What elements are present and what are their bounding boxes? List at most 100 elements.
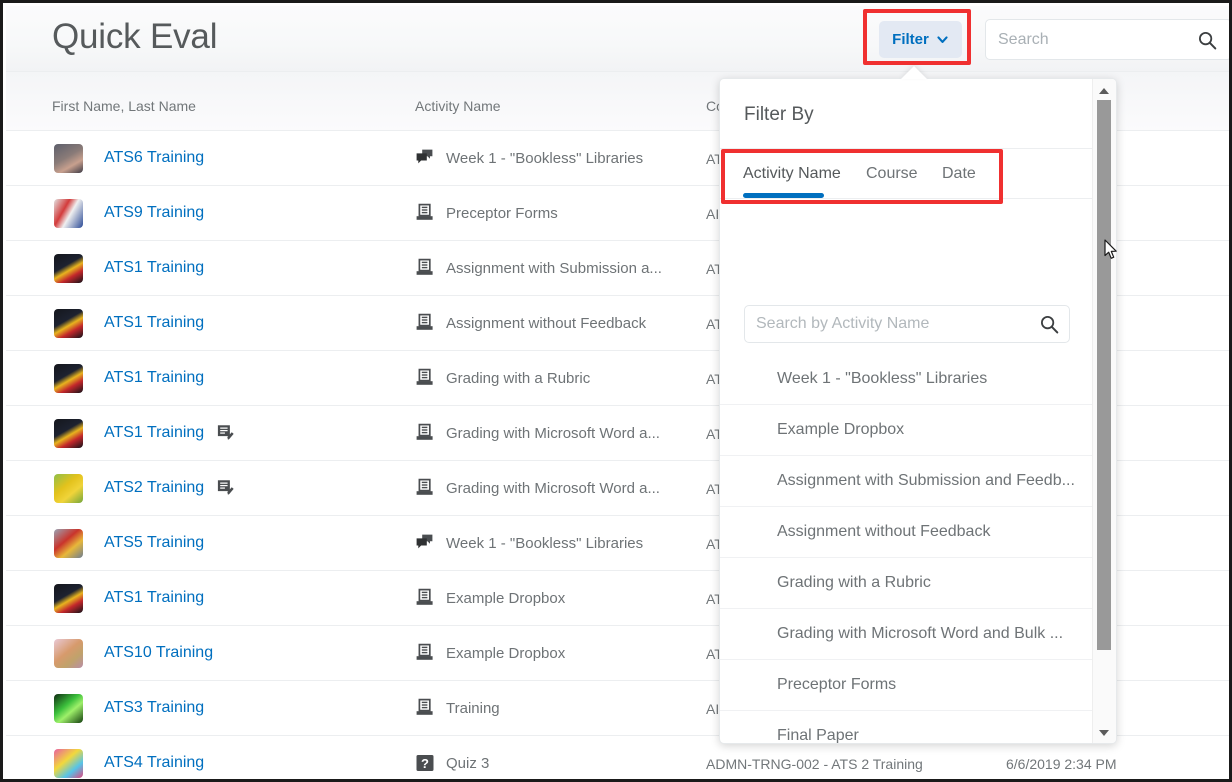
activity-name: Example Dropbox bbox=[446, 645, 565, 662]
search-input[interactable] bbox=[998, 20, 1178, 59]
assignment-icon bbox=[415, 643, 435, 663]
activity-name: Preceptor Forms bbox=[446, 205, 558, 222]
avatar bbox=[54, 364, 83, 393]
assignment-icon bbox=[415, 258, 435, 278]
assignment-icon bbox=[415, 313, 435, 333]
scrollbar-thumb[interactable] bbox=[1097, 100, 1111, 650]
avatar bbox=[54, 584, 83, 613]
filter-button-label: Filter bbox=[892, 31, 929, 48]
assignment-icon bbox=[415, 203, 435, 223]
avatar bbox=[54, 474, 83, 503]
tab-date[interactable]: Date bbox=[942, 165, 976, 183]
filter-panel-title: Filter By bbox=[744, 104, 814, 126]
quick-eval-screen: Quick Eval Filter First Name, Last Name … bbox=[0, 0, 1232, 782]
activity-name: Grading with a Rubric bbox=[446, 370, 590, 387]
filter-option-label: Final Paper bbox=[777, 727, 859, 744]
assignment-icon bbox=[415, 423, 435, 443]
tab-course[interactable]: Course bbox=[866, 165, 918, 183]
column-header-name: First Name, Last Name bbox=[52, 98, 196, 114]
filter-option[interactable]: Week 1 - "Bookless" Libraries bbox=[720, 354, 1092, 405]
search-box[interactable] bbox=[985, 19, 1232, 60]
avatar bbox=[54, 529, 83, 558]
filter-panel: Filter By Activity Name Course Date Week… bbox=[719, 78, 1117, 744]
activity-name: Week 1 - "Bookless" Libraries bbox=[446, 150, 643, 167]
filter-button[interactable]: Filter bbox=[879, 21, 962, 58]
search-icon[interactable] bbox=[1198, 31, 1217, 50]
filter-option-list[interactable]: Week 1 - "Bookless" Libraries Example Dro… bbox=[720, 354, 1092, 744]
assignment-icon bbox=[415, 478, 435, 498]
filter-option-label: Preceptor Forms bbox=[777, 676, 896, 694]
tab-activity-name[interactable]: Activity Name bbox=[743, 165, 841, 183]
avatar bbox=[54, 639, 83, 668]
page-header: Quick Eval Filter bbox=[6, 6, 1232, 72]
mouse-cursor bbox=[1104, 239, 1118, 260]
feedback-draft-icon[interactable] bbox=[216, 478, 235, 497]
filter-option-label: Assignment without Feedback bbox=[777, 523, 990, 541]
avatar bbox=[54, 419, 83, 448]
tab-active-underline bbox=[743, 193, 824, 198]
activity-name: Grading with Microsoft Word a... bbox=[446, 425, 660, 442]
assignment-icon bbox=[415, 368, 435, 388]
discussion-icon bbox=[415, 533, 435, 553]
filter-option-label: Example Dropbox bbox=[777, 421, 904, 439]
scroll-up-arrow-icon[interactable] bbox=[1099, 88, 1109, 94]
filter-option-label: Assignment with Submission and Feedb... bbox=[777, 472, 1075, 490]
user-name-link[interactable]: ATS5 Training bbox=[104, 534, 204, 552]
activity-name: Assignment with Submission a... bbox=[446, 260, 662, 277]
avatar bbox=[54, 254, 83, 283]
filter-option[interactable]: Assignment with Submission and Feedb... bbox=[720, 456, 1092, 507]
filter-option[interactable]: Final Paper bbox=[720, 711, 1092, 744]
user-name-link[interactable]: ATS4 Training bbox=[104, 754, 204, 772]
svg-text:?: ? bbox=[421, 756, 429, 771]
user-name-link[interactable]: ATS1 Training bbox=[104, 259, 204, 277]
page-title: Quick Eval bbox=[52, 17, 217, 57]
filter-panel-header: Filter By bbox=[720, 79, 1092, 149]
user-name-link[interactable]: ATS3 Training bbox=[104, 699, 204, 717]
activity-name: Quiz 3 bbox=[446, 755, 489, 772]
activity-name: Grading with Microsoft Word a... bbox=[446, 480, 660, 497]
activity-name: Week 1 - "Bookless" Libraries bbox=[446, 535, 643, 552]
filter-option[interactable]: Assignment without Feedback bbox=[720, 507, 1092, 558]
filter-option-label: Grading with Microsoft Word and Bulk ... bbox=[777, 625, 1063, 643]
chevron-down-icon bbox=[936, 33, 949, 46]
user-name-link[interactable]: ATS1 Training bbox=[104, 424, 204, 442]
avatar bbox=[54, 144, 83, 173]
filter-search-input[interactable] bbox=[756, 306, 1021, 342]
filter-option[interactable]: Preceptor Forms bbox=[720, 660, 1092, 711]
avatar bbox=[54, 199, 83, 228]
filter-option[interactable]: Example Dropbox bbox=[720, 405, 1092, 456]
assignment-icon bbox=[415, 698, 435, 718]
filter-search-box[interactable] bbox=[744, 305, 1070, 343]
discussion-icon bbox=[415, 148, 435, 168]
search-icon[interactable] bbox=[1040, 315, 1059, 334]
due-date: 6/6/2019 2:34 PM bbox=[1006, 756, 1117, 772]
user-name-link[interactable]: ATS10 Training bbox=[104, 644, 213, 662]
user-name-link[interactable]: ATS9 Training bbox=[104, 204, 204, 222]
course-name: ADMN-TRNG-002 - ATS 2 Training bbox=[706, 756, 923, 772]
avatar bbox=[54, 694, 83, 723]
filter-tabs: Activity Name Course Date bbox=[720, 150, 1092, 199]
course-name: AI bbox=[706, 206, 719, 222]
assignment-icon bbox=[415, 588, 435, 608]
user-name-link[interactable]: ATS6 Training bbox=[104, 149, 204, 167]
feedback-draft-icon[interactable] bbox=[216, 423, 235, 442]
avatar bbox=[54, 749, 83, 778]
activity-name: Assignment without Feedback bbox=[446, 315, 646, 332]
activity-name: Example Dropbox bbox=[446, 590, 565, 607]
filter-panel-caret bbox=[901, 66, 927, 79]
user-name-link[interactable]: ATS2 Training bbox=[104, 479, 204, 497]
filter-panel-scrollbar[interactable] bbox=[1092, 79, 1116, 744]
activity-name: Training bbox=[446, 700, 500, 717]
filter-option-label: Week 1 - "Bookless" Libraries bbox=[777, 370, 987, 388]
course-name: AI bbox=[706, 701, 719, 717]
user-name-link[interactable]: ATS1 Training bbox=[104, 589, 204, 607]
avatar bbox=[54, 309, 83, 338]
filter-option[interactable]: Grading with a Rubric bbox=[720, 558, 1092, 609]
quiz-icon: ? bbox=[415, 753, 435, 773]
filter-option[interactable]: Grading with Microsoft Word and Bulk ... bbox=[720, 609, 1092, 660]
column-header-activity: Activity Name bbox=[415, 98, 501, 114]
user-name-link[interactable]: ATS1 Training bbox=[104, 369, 204, 387]
scroll-down-arrow-icon[interactable] bbox=[1099, 730, 1109, 736]
user-name-link[interactable]: ATS1 Training bbox=[104, 314, 204, 332]
filter-option-label: Grading with a Rubric bbox=[777, 574, 931, 592]
